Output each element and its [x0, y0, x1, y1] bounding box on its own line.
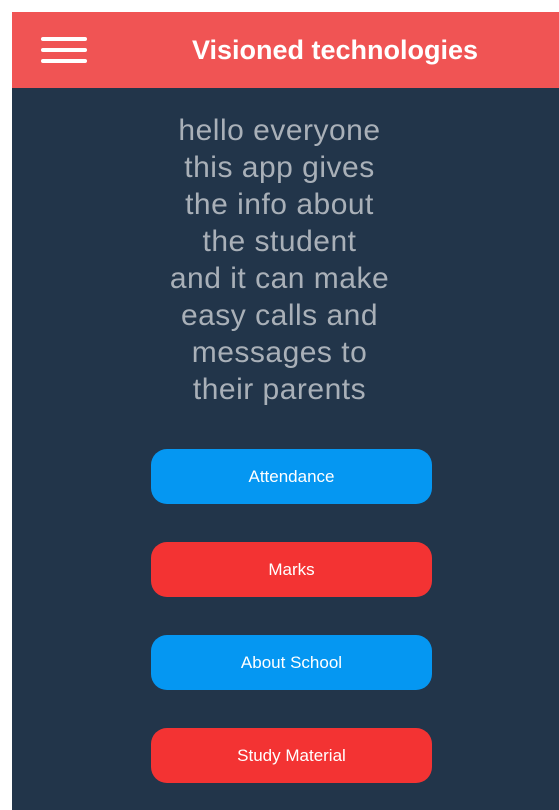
intro-line: messages to	[191, 336, 368, 369]
about-school-button[interactable]: About School	[151, 635, 432, 690]
intro-line: hello everyone	[178, 114, 381, 147]
intro-line: easy calls and	[180, 299, 379, 332]
intro-text: hello everyone this app gives the info a…	[12, 112, 559, 408]
hamburger-menu-icon[interactable]	[32, 28, 92, 72]
study-material-button[interactable]: Study Material	[151, 728, 432, 783]
intro-line: this app gives	[184, 151, 375, 184]
intro-line: and it can make	[169, 262, 390, 295]
menu-line	[41, 59, 87, 63]
menu-line	[41, 37, 87, 41]
app-screen: Visioned technologies hello everyone thi…	[12, 12, 559, 810]
intro-line: their parents	[192, 373, 367, 406]
app-bar: Visioned technologies	[12, 12, 559, 88]
menu-line	[41, 48, 87, 52]
marks-button[interactable]: Marks	[151, 542, 432, 597]
app-title: Visioned technologies	[192, 35, 479, 65]
intro-line: the info about	[185, 188, 374, 221]
intro-line: the student	[202, 225, 357, 258]
attendance-button[interactable]: Attendance	[151, 449, 432, 504]
